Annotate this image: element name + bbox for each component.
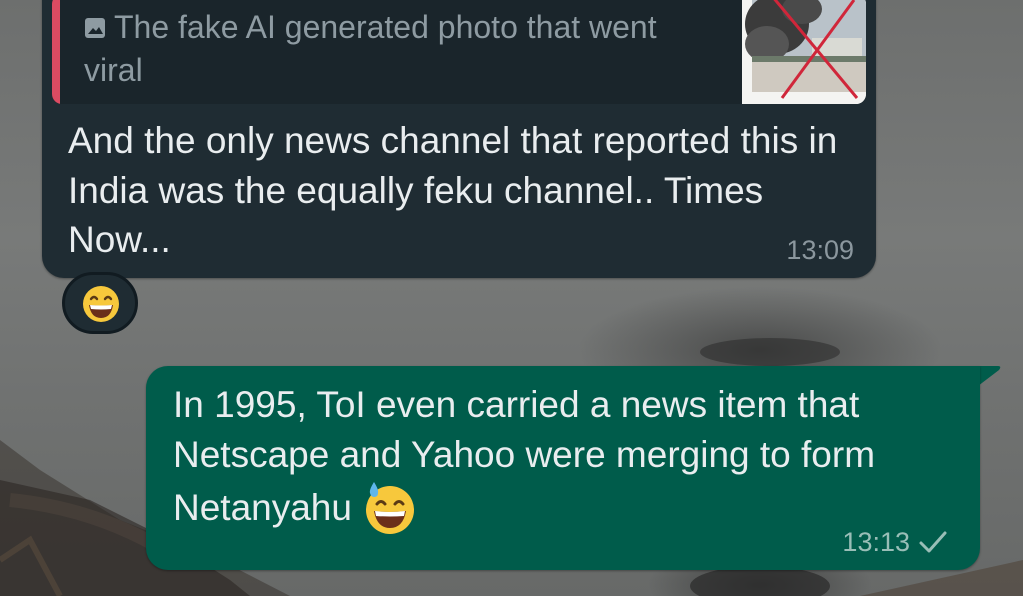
outgoing-message-bubble[interactable]: In 1995, ToI even carried a news item th… — [146, 366, 980, 570]
grinning-face-emoji — [83, 286, 119, 322]
incoming-message-timestamp: 13:09 — [786, 235, 854, 265]
outgoing-message-text: In 1995, ToI even carried a news item th… — [173, 384, 876, 528]
photo-icon — [85, 18, 105, 38]
single-check-icon — [919, 531, 947, 553]
outgoing-message-timestamp: 13:13 — [842, 527, 910, 557]
quote-accent-bar — [52, 0, 60, 104]
quoted-message-text: The fake AI generated photo that went vi… — [84, 9, 657, 88]
grinning-sweat-emoji — [365, 482, 414, 534]
quoted-image-thumbnail[interactable] — [742, 0, 866, 104]
quoted-message[interactable]: The fake AI generated photo that went vi… — [52, 0, 866, 104]
outgoing-bubble-tail — [978, 366, 1001, 386]
outgoing-message-content: In 1995, ToI even carried a news item th… — [173, 380, 963, 536]
message-reaction[interactable] — [62, 272, 138, 334]
incoming-message-bubble[interactable]: The fake AI generated photo that went vi… — [42, 0, 876, 278]
incoming-message-text: And the only news channel that reported … — [68, 120, 838, 260]
chat-screen: { "colors": { "incoming_bubble": "#1f2c3… — [0, 0, 1023, 596]
outgoing-message-status: 13:13 — [842, 527, 948, 558]
quoted-message-preview: The fake AI generated photo that went vi… — [84, 6, 704, 92]
